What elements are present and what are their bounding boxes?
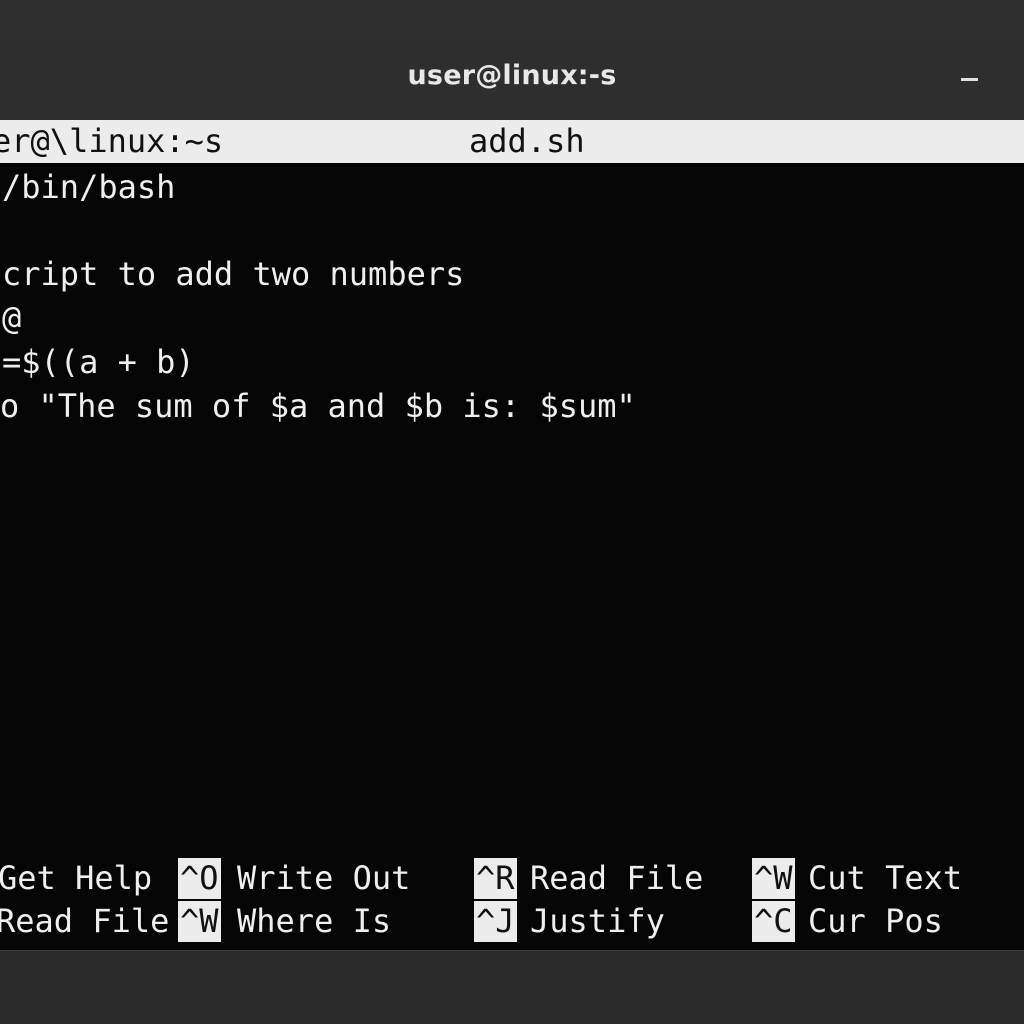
shortcut-label-where-is[interactable]: Where Is [237,901,391,942]
nano-header-path: er@\linux:~s [0,122,224,160]
shortcut-key-justify[interactable]: ^J [474,901,517,942]
terminal-window: user@linux:-s er@\linux:~s add.sh /bin/b… [0,38,1024,950]
shortcut-label-get-help[interactable]: Get Help [0,858,152,899]
nano-header-filename: add.sh [469,122,585,160]
shortcut-label-write-out[interactable]: Write Out [237,858,410,899]
shortcut-row-2: Read File ^W Where Is ^J Justify ^C Cur … [0,899,1024,942]
shortcut-label-justify[interactable]: Justify [530,901,665,942]
code-line-5: =$((a + b) [2,343,195,381]
shortcut-bar: Get Help ^O Write Out ^R Read File ^W Cu… [0,856,1024,946]
code-line-6: o "The sum of $a and $b is: $sum" [0,387,636,425]
nano-header-bar: er@\linux:~s add.sh [0,120,1024,163]
shortcut-label-cut-text[interactable]: Cut Text [808,858,962,899]
shortcut-label-read-file[interactable]: Read File [530,858,703,899]
code-line-3: cript to add two numbers [2,255,465,293]
code-line-4: @ [2,299,22,337]
code-line-1: /bin/bash [2,168,176,206]
window-title: user@linux:-s [407,60,617,91]
editor-area[interactable]: /bin/bash cript to add two numbers @ =$(… [0,163,1024,843]
shortcut-row-1: Get Help ^O Write Out ^R Read File ^W Cu… [0,856,1024,899]
shortcut-key-read-file[interactable]: ^R [474,858,517,899]
window-titlebar[interactable]: user@linux:-s [0,38,1024,121]
desktop-top-panel [0,0,1024,39]
desktop-bottom-panel [0,950,1024,1024]
shortcut-key-write-out[interactable]: ^O [178,858,221,899]
minimize-icon[interactable] [961,78,978,81]
shortcut-label-read-file-2[interactable]: Read File [0,901,169,942]
shortcut-label-cur-pos[interactable]: Cur Pos [808,901,943,942]
shortcut-key-cur-pos[interactable]: ^C [752,901,795,942]
shortcut-key-cut-text[interactable]: ^W [752,858,795,899]
shortcut-key-where-is[interactable]: ^W [178,901,221,942]
desktop-screen: user@linux:-s er@\linux:~s add.sh /bin/b… [0,0,1024,1024]
